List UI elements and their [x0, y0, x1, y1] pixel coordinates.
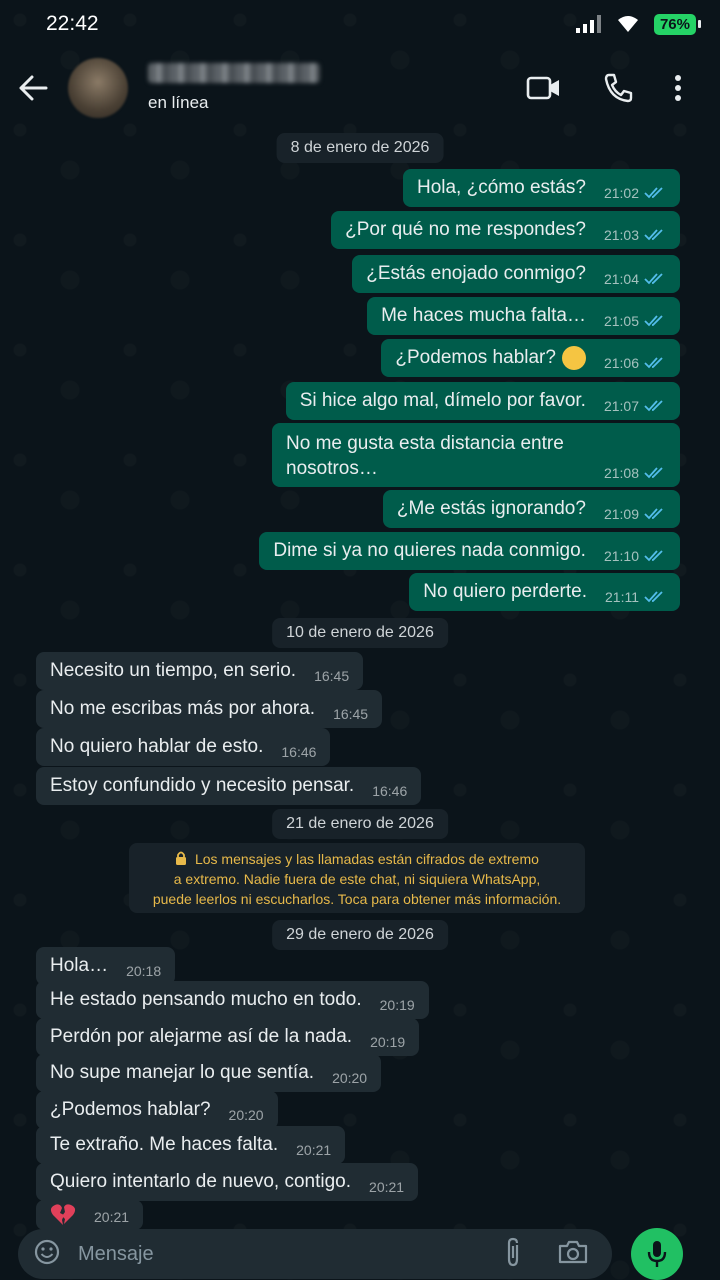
date-separator: 21 de enero de 2026 [272, 809, 448, 839]
incoming-message[interactable]: ¿Podemos hablar? 20:20 [36, 1091, 278, 1129]
more-options-button[interactable] [674, 74, 682, 102]
emoji-icon[interactable] [34, 1239, 60, 1270]
phone-icon [604, 73, 633, 103]
outgoing-message[interactable]: No quiero perderte. 21:11 [409, 573, 680, 611]
date-separator: 29 de enero de 2026 [272, 920, 448, 950]
paperclip-icon[interactable] [504, 1237, 522, 1272]
microphone-icon [647, 1241, 667, 1267]
contact-avatar[interactable] [68, 58, 128, 118]
incoming-message[interactable]: He estado pensando mucho en todo. 20:19 [36, 981, 429, 1019]
incoming-message[interactable]: 20:21 [36, 1200, 144, 1230]
outgoing-message[interactable]: ¿Estás enojado conmigo? 21:04 [352, 255, 680, 293]
incoming-message[interactable]: Necesito un tiempo, en serio. 16:45 [36, 652, 364, 690]
outgoing-message[interactable]: Me haces mucha falta… 21:05 [367, 297, 680, 335]
status-time: 22:42 [46, 12, 99, 35]
broken-heart-emoji-icon [50, 1204, 76, 1225]
date-separator: 8 de enero de 2026 [276, 133, 444, 163]
incoming-message[interactable]: Hola… 20:18 [36, 947, 176, 985]
message-input[interactable]: Mensaje [78, 1243, 504, 1266]
microphone-button[interactable] [631, 1228, 683, 1280]
read-ticks-icon [644, 591, 666, 603]
contact-info[interactable]: en línea [148, 63, 526, 113]
read-ticks-icon [644, 187, 666, 199]
incoming-message[interactable]: No me escribas más por ahora. 16:45 [36, 690, 383, 728]
camera-icon[interactable] [558, 1240, 588, 1269]
read-ticks-icon [644, 315, 666, 327]
lock-icon [175, 851, 195, 867]
contact-status: en línea [148, 93, 209, 112]
incoming-message[interactable]: Estoy confundido y necesito pensar. 16:4… [36, 767, 422, 805]
encryption-notice[interactable]: Los mensajes y las llamadas están cifrad… [129, 843, 585, 913]
outgoing-message[interactable]: ¿Me estás ignorando? 21:09 [382, 490, 680, 528]
incoming-message[interactable]: No supe manejar lo que sentía. 20:20 [36, 1054, 382, 1092]
outgoing-message[interactable]: Dime si ya no quieres nada conmigo. 21:1… [259, 532, 680, 570]
back-button[interactable] [0, 58, 66, 118]
incoming-message[interactable]: No quiero hablar de esto. 16:46 [36, 728, 331, 766]
read-ticks-icon [644, 508, 666, 520]
incoming-message[interactable]: Perdón por alejarme así de la nada. 20:1… [36, 1018, 420, 1056]
read-ticks-icon [644, 229, 666, 241]
pensive-face-icon [561, 346, 586, 370]
incoming-message[interactable]: Quiero intentarlo de nuevo, contigo. 20:… [36, 1163, 419, 1201]
read-ticks-icon [644, 357, 666, 369]
contact-name-blurred [148, 63, 320, 83]
outgoing-message[interactable]: Si hice algo mal, dímelo por favor. 21:0… [285, 382, 680, 420]
video-call-button[interactable] [526, 75, 562, 101]
kebab-menu-icon [675, 75, 681, 101]
read-ticks-icon [644, 400, 666, 412]
status-bar: 22:42 76% [0, 0, 720, 48]
read-ticks-icon [644, 273, 666, 285]
voice-call-button[interactable] [602, 72, 634, 104]
chat-header: en línea [0, 48, 720, 128]
read-ticks-icon [644, 550, 666, 562]
incoming-message[interactable]: Te extraño. Me haces falta. 20:21 [36, 1126, 346, 1164]
arrow-left-icon [19, 75, 48, 101]
message-composer[interactable]: Mensaje [18, 1229, 612, 1279]
outgoing-message[interactable]: ¿Podemos hablar? 21:06 [381, 339, 680, 377]
outgoing-message[interactable]: Hola, ¿cómo estás? 21:02 [402, 169, 680, 207]
battery-indicator: 76% [653, 13, 702, 35]
wifi-icon [617, 16, 638, 32]
outgoing-message[interactable]: ¿Por qué no me respondes? 21:03 [331, 211, 680, 249]
date-separator: 10 de enero de 2026 [272, 618, 448, 648]
read-ticks-icon [644, 467, 666, 479]
signal-icon [575, 15, 601, 33]
video-camera-icon [526, 76, 559, 100]
outgoing-message[interactable]: No me gusta esta distancia entre nosotro… [272, 423, 680, 487]
